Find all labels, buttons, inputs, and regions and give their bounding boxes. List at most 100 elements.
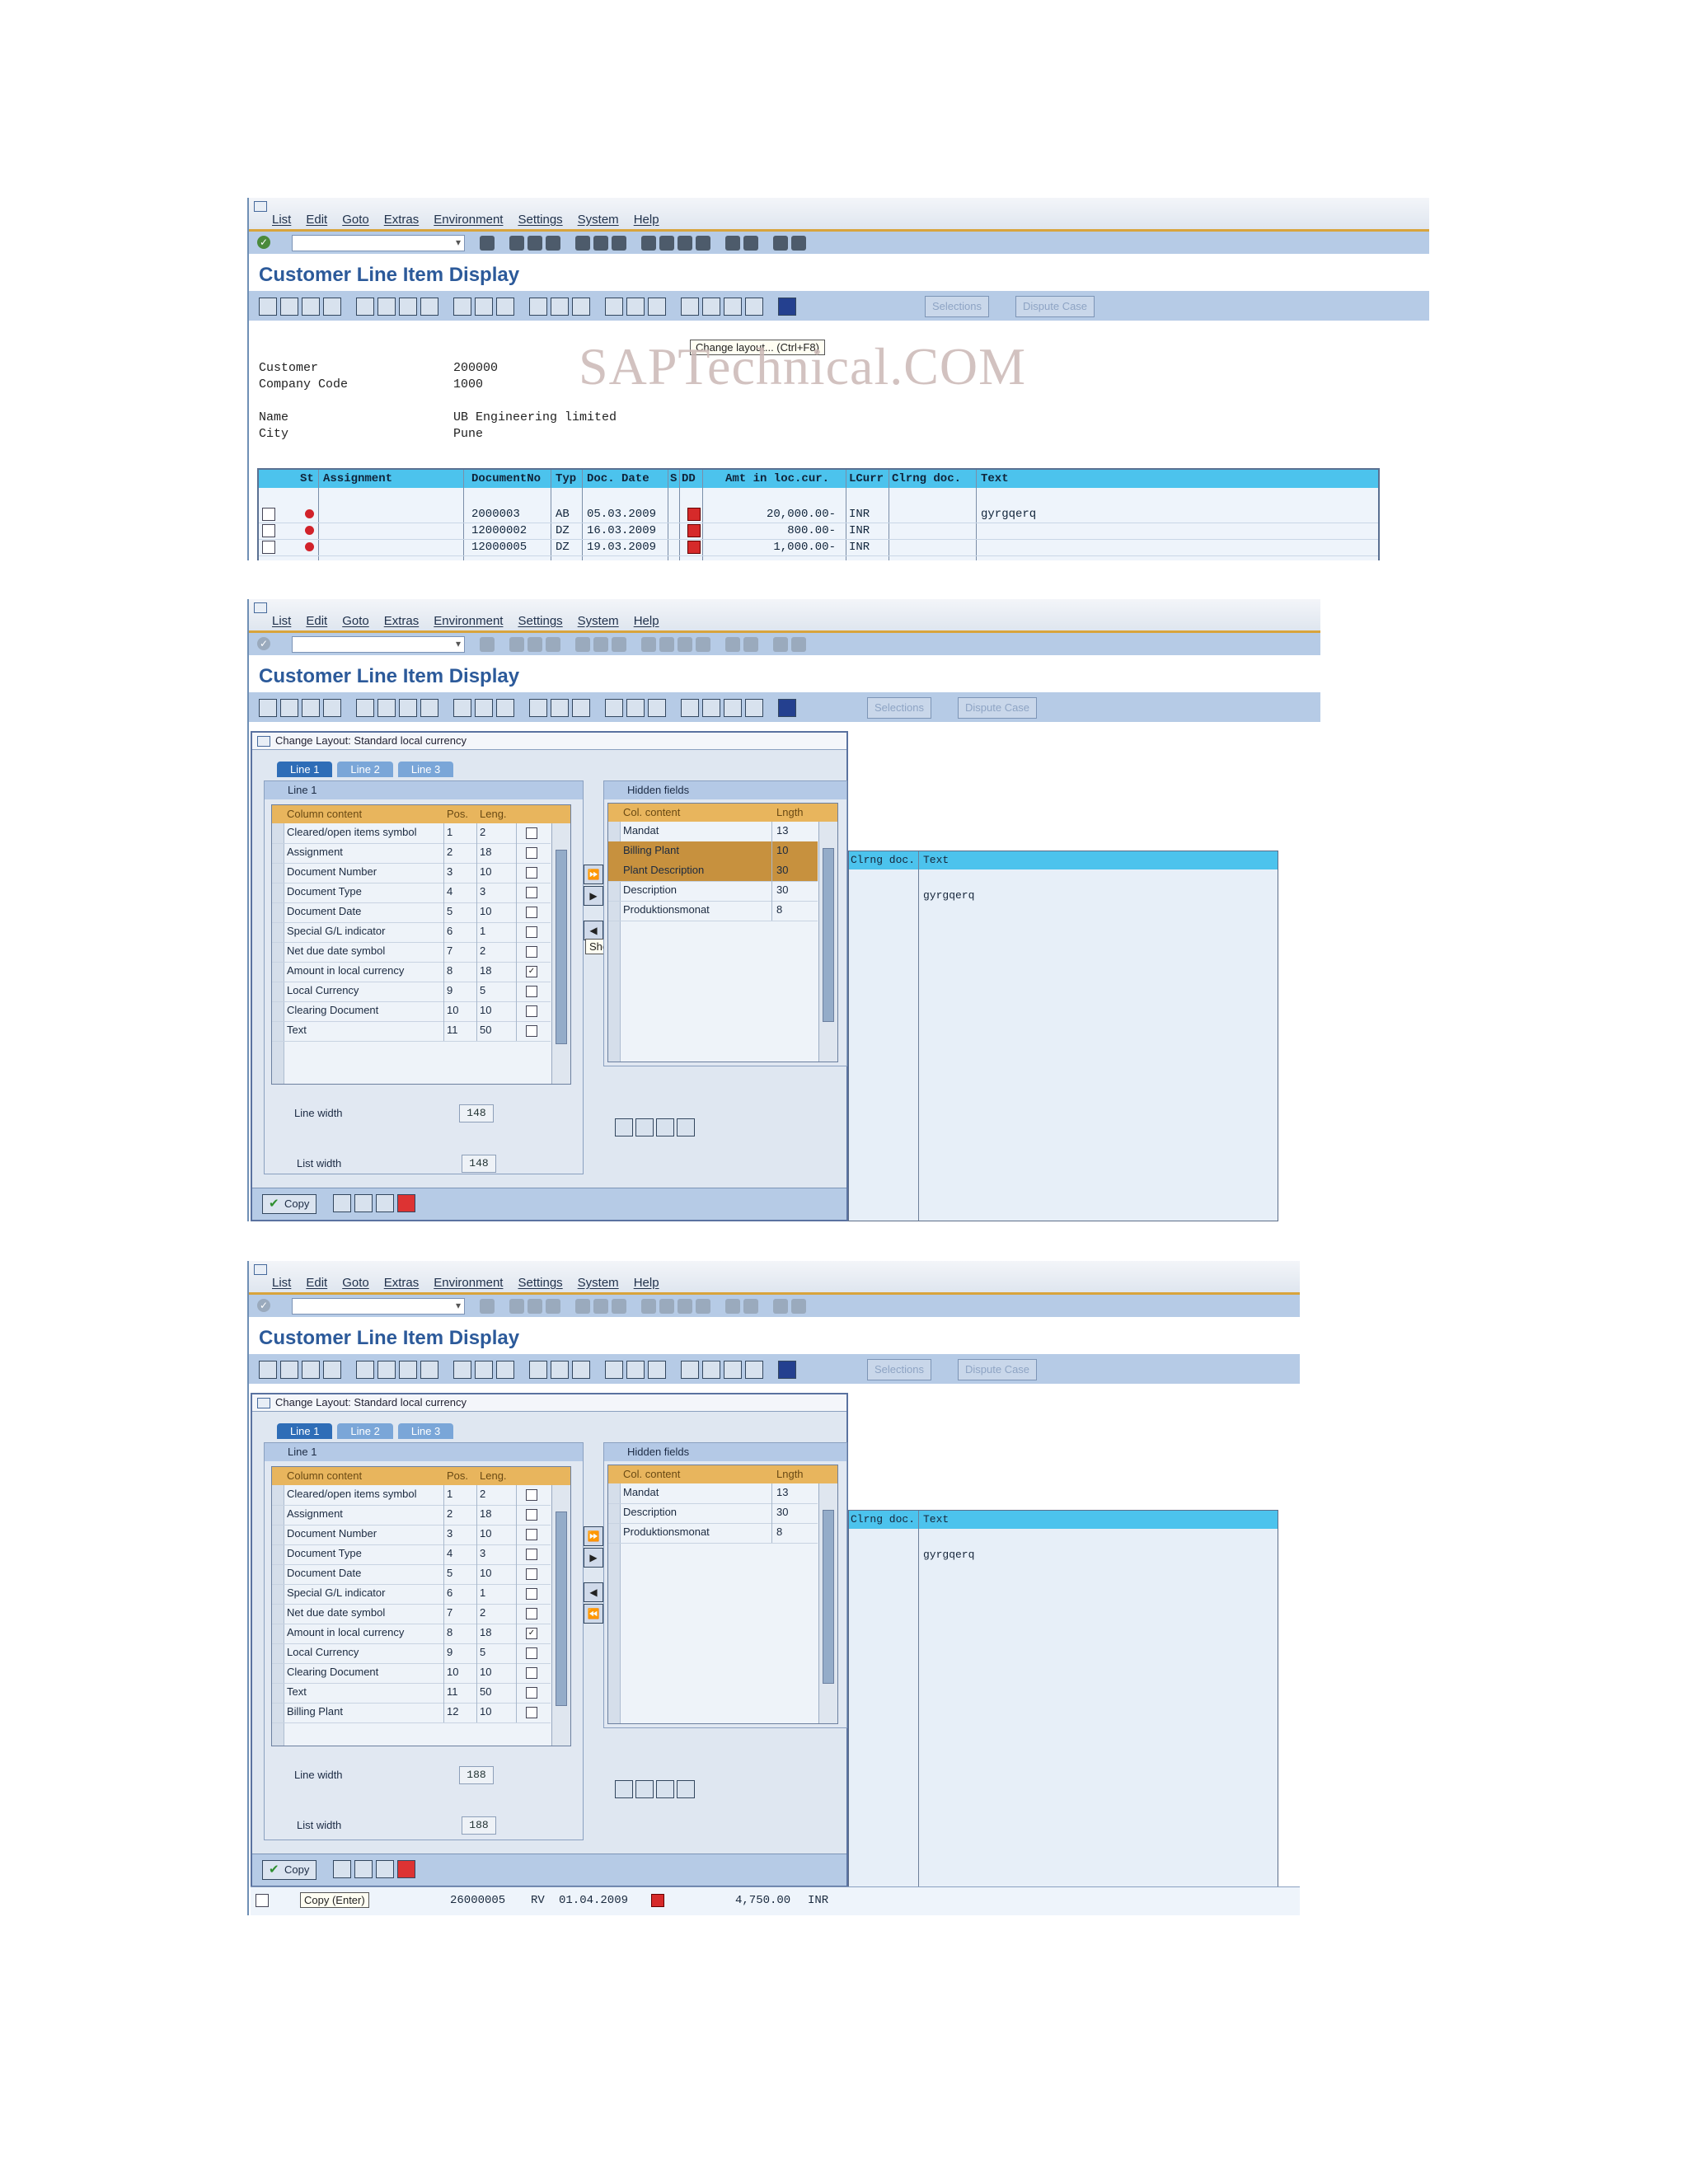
menu-goto[interactable]: Goto (342, 614, 369, 628)
shortcut-icon[interactable] (743, 236, 758, 251)
info-icon[interactable] (778, 298, 796, 316)
show-selected-fields-icon[interactable]: ▶ (584, 886, 603, 906)
refresh-icon[interactable] (453, 1361, 471, 1379)
tab-line-2[interactable]: Line 2 (337, 762, 393, 777)
menu-extras[interactable]: Extras (384, 213, 420, 227)
list-item[interactable]: Assignment 2 18 (272, 843, 551, 864)
deselect-icon[interactable] (420, 699, 438, 717)
total-checkbox[interactable]: ✓ (526, 1628, 537, 1639)
menu-list[interactable]: List (272, 614, 291, 628)
list-item[interactable]: Produktionsmonat 8 (608, 901, 818, 921)
list-item[interactable]: Mandat 13 (608, 1483, 818, 1504)
deselect-all-icon[interactable] (677, 1118, 695, 1137)
scrollbar-thumb[interactable] (823, 848, 834, 1022)
deselect-icon[interactable] (420, 298, 438, 316)
col-length[interactable]: Lngth (776, 806, 804, 818)
save-icon[interactable] (480, 236, 495, 251)
list-item[interactable]: Assignment 2 18 (272, 1505, 551, 1526)
list-item[interactable]: Net due date symbol 7 2 (272, 1604, 551, 1624)
tab-line-1[interactable]: Line 1 (277, 762, 333, 777)
menu-help[interactable]: Help (634, 213, 659, 227)
export-icon[interactable] (681, 1361, 699, 1379)
last-item-icon[interactable] (323, 699, 341, 717)
list-item[interactable]: Mandat 13 (608, 822, 818, 842)
list-item[interactable]: Document Type 4 3 (272, 1544, 551, 1565)
first-page-icon[interactable] (641, 236, 656, 251)
total-checkbox[interactable] (526, 1707, 537, 1718)
total-checkbox[interactable] (526, 1568, 537, 1580)
list-item[interactable]: Billing Plant 12 10 (272, 1703, 551, 1723)
first-item-icon[interactable] (259, 699, 277, 717)
list-item[interactable]: Net due date symbol 7 2 (272, 942, 551, 963)
menu-environment[interactable]: Environment (434, 614, 503, 628)
sort-ascending-icon[interactable] (551, 699, 569, 717)
sort-ascending-icon[interactable] (615, 1118, 633, 1137)
list-item[interactable]: Description 30 (608, 1503, 818, 1524)
total-checkbox[interactable] (526, 1588, 537, 1600)
dispute-case-button[interactable]: Dispute Case (1015, 296, 1095, 317)
command-field[interactable] (292, 235, 465, 251)
total-checkbox[interactable] (526, 827, 537, 839)
total-checkbox[interactable] (526, 867, 537, 879)
hide-all-fields-icon[interactable]: ⏪ (584, 1604, 603, 1624)
change-icon[interactable] (377, 298, 396, 316)
window-icon[interactable] (254, 201, 267, 212)
choose-layout-icon[interactable] (626, 1361, 645, 1379)
info-icon[interactable] (778, 1361, 796, 1379)
filter-icon[interactable] (529, 699, 547, 717)
col-lcurr[interactable]: LCurr (849, 472, 884, 485)
change-icon[interactable] (377, 699, 396, 717)
list-item[interactable]: Document Type 4 3 (272, 883, 551, 903)
select-all-icon[interactable] (399, 298, 417, 316)
total-checkbox[interactable] (526, 1647, 537, 1659)
row-select-checkbox[interactable] (262, 508, 275, 521)
mail-icon[interactable] (724, 699, 742, 717)
print-icon[interactable] (575, 236, 590, 251)
dispute-case-button[interactable]: Dispute Case (958, 697, 1038, 719)
list-item[interactable]: Clearing Document 10 10 (272, 1663, 551, 1684)
total-checkbox[interactable] (526, 1549, 537, 1560)
select-all-icon[interactable] (399, 1361, 417, 1379)
tab-line-2[interactable]: Line 2 (337, 1423, 393, 1439)
layout-menu-icon[interactable] (791, 236, 806, 251)
list-item[interactable]: Billing Plant 10 (608, 841, 818, 862)
row-select-checkbox[interactable] (256, 1894, 269, 1907)
window-icon[interactable] (254, 602, 267, 613)
scrollbar-thumb[interactable] (556, 1511, 567, 1706)
dispute-case-button[interactable]: Dispute Case (958, 1359, 1038, 1380)
total-checkbox[interactable] (526, 1667, 537, 1679)
first-item-icon[interactable] (259, 1361, 277, 1379)
document-icon[interactable] (496, 298, 514, 316)
refresh-icon[interactable] (453, 699, 471, 717)
list-item[interactable]: Text 11 50 (272, 1021, 551, 1042)
first-item-icon[interactable] (259, 298, 277, 316)
menu-edit[interactable]: Edit (306, 614, 327, 628)
refresh-icon[interactable] (453, 298, 471, 316)
total-checkbox[interactable] (526, 847, 537, 859)
col-status[interactable]: St (300, 472, 314, 485)
filter-icon[interactable] (529, 1361, 547, 1379)
total-checkbox[interactable] (526, 946, 537, 958)
graphics-icon[interactable] (702, 699, 720, 717)
details-icon[interactable] (475, 298, 493, 316)
list-item[interactable]: Plant Description 30 (608, 861, 818, 882)
previous-page-icon[interactable] (659, 236, 674, 251)
choose-layout-icon[interactable] (626, 298, 645, 316)
menu-settings[interactable]: Settings (518, 614, 562, 628)
menu-edit[interactable]: Edit (306, 1276, 327, 1290)
document-icon[interactable] (496, 699, 514, 717)
display-icon[interactable] (356, 699, 374, 717)
list-item[interactable]: Clearing Document 10 10 (272, 1001, 551, 1022)
sort-ascending-icon[interactable] (551, 1361, 569, 1379)
save-layout-icon[interactable] (333, 1194, 351, 1212)
col-column-content[interactable]: Col. content (623, 1468, 680, 1480)
total-checkbox[interactable] (526, 1489, 537, 1501)
menu-extras[interactable]: Extras (384, 1276, 420, 1290)
export-icon[interactable] (681, 298, 699, 316)
deselect-icon[interactable] (420, 1361, 438, 1379)
info-icon[interactable] (778, 699, 796, 717)
col-doc-date[interactable]: Doc. Date (587, 472, 649, 485)
col-type[interactable]: Typ (556, 472, 576, 485)
col-dd[interactable]: DD (682, 472, 696, 485)
sort-descending-icon[interactable] (572, 298, 590, 316)
